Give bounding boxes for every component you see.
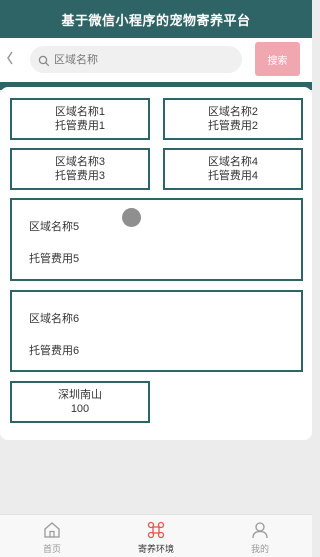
page-title: 基于微信小程序的宠物寄养平台 bbox=[61, 12, 251, 28]
search-icon bbox=[38, 54, 50, 66]
search-field[interactable] bbox=[30, 46, 242, 73]
area-name: 区域名称3 bbox=[54, 156, 106, 168]
home-icon bbox=[43, 521, 61, 539]
area-card[interactable]: 区域名称3 托管费用3 bbox=[10, 148, 150, 190]
touch-indicator bbox=[122, 208, 141, 227]
tab-label: 寄养环境 bbox=[137, 544, 174, 554]
area-fee: 托管费用3 bbox=[54, 170, 106, 182]
page-header: 基于微信小程序的宠物寄养平台 bbox=[0, 0, 312, 38]
search-button[interactable]: 搜索 bbox=[255, 42, 300, 76]
area-card[interactable]: 区域名称4 托管费用4 bbox=[163, 148, 303, 190]
area-name: 区域名称6 bbox=[29, 313, 80, 325]
area-fee: 托管费用1 bbox=[54, 120, 106, 132]
area-fee: 托管费用5 bbox=[29, 253, 80, 265]
area-fee: 托管费用2 bbox=[207, 120, 259, 132]
area-card[interactable]: 区域名称2 托管费用2 bbox=[163, 98, 303, 140]
tab-profile[interactable]: 我的 bbox=[208, 515, 312, 557]
search-bar: 搜索 bbox=[0, 38, 312, 82]
area-fee: 托管费用6 bbox=[29, 345, 80, 357]
area-name: 区域名称1 bbox=[54, 106, 106, 118]
profile-icon bbox=[251, 521, 269, 539]
area-card[interactable]: 区域名称6 托管费用6 bbox=[10, 290, 303, 372]
tab-label: 首页 bbox=[42, 544, 61, 554]
area-card[interactable]: 深圳南山 100 bbox=[10, 381, 150, 423]
tab-label: 我的 bbox=[250, 544, 269, 554]
tab-home[interactable]: 首页 bbox=[0, 515, 104, 557]
area-card[interactable]: 区域名称1 托管费用1 bbox=[10, 98, 150, 140]
area-name: 区域名称4 bbox=[207, 156, 259, 168]
area-fee: 100 bbox=[70, 403, 90, 415]
chevron-left-icon[interactable] bbox=[6, 51, 18, 65]
tab-bar: 首页 寄养环境 我的 bbox=[0, 514, 312, 557]
area-card[interactable]: 区域名称5 托管费用5 bbox=[10, 198, 303, 281]
area-name: 区域名称2 bbox=[207, 106, 259, 118]
area-name: 深圳南山 bbox=[58, 389, 102, 401]
area-name: 区域名称5 bbox=[29, 221, 80, 233]
area-fee: 托管费用4 bbox=[207, 170, 259, 182]
tab-environment[interactable]: 寄养环境 bbox=[104, 515, 208, 557]
environment-icon bbox=[147, 521, 165, 539]
search-input[interactable] bbox=[54, 53, 224, 66]
